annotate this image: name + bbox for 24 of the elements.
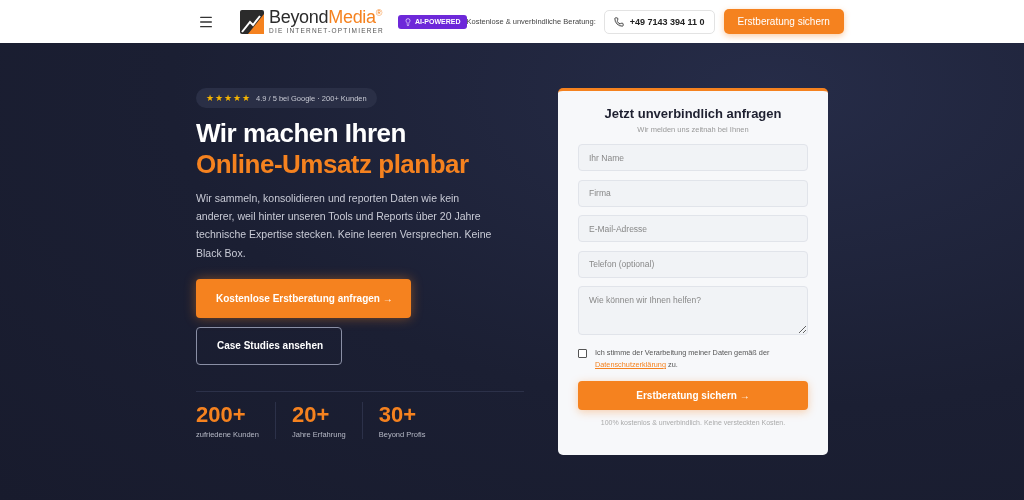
- submit-button[interactable]: Erstberatung sichern →: [578, 381, 808, 410]
- rating-stars: ★★★★★: [206, 93, 250, 103]
- case-studies-button[interactable]: Case Studies ansehen: [196, 326, 342, 365]
- input-field[interactable]: Telefon (optional): [578, 250, 808, 278]
- input-field[interactable]: E-Mail-Adresse: [578, 215, 808, 242]
- stat-value: 30+: [378, 401, 418, 428]
- form-title: Jetzt unverbindlich anfragen: [603, 106, 783, 121]
- phone-number: +49 7143 394 11 0: [629, 16, 705, 27]
- consent-checkbox[interactable]: [578, 349, 587, 358]
- consult-button[interactable]: Kostenlose Erstberatung anfragen →: [196, 278, 411, 318]
- hero-title-accent: Online-Umsatz planbar: [196, 149, 470, 180]
- input-field[interactable]: Ihr Name: [578, 144, 808, 171]
- phone-link[interactable]: +49 7143 394 11 0: [603, 9, 715, 34]
- hero-title: Wir machen Ihren: [196, 118, 407, 149]
- lightbulb-icon: [404, 17, 412, 26]
- phone-icon: [613, 16, 624, 27]
- stat-value: 20+: [291, 401, 331, 428]
- message-field[interactable]: Wie können wir Ihnen helfen?: [578, 286, 808, 335]
- logo-icon: [240, 9, 264, 34]
- cta-button[interactable]: Erstberatung sichern: [723, 9, 844, 34]
- input-field[interactable]: Firma: [578, 179, 808, 207]
- logo-name: BeyondMedia$^{®}$: [269, 8, 384, 27]
- hero-text: Wir sammeln, konsolidieren und reporten Daten wie kein anderer, weil hinter unseren Tools und Reports über 20 Jahre technische Expertise stecken. Keine leeren Versprechen. Keine Black Box.: [196, 191, 493, 261]
- stat-value: 200+: [196, 401, 247, 428]
